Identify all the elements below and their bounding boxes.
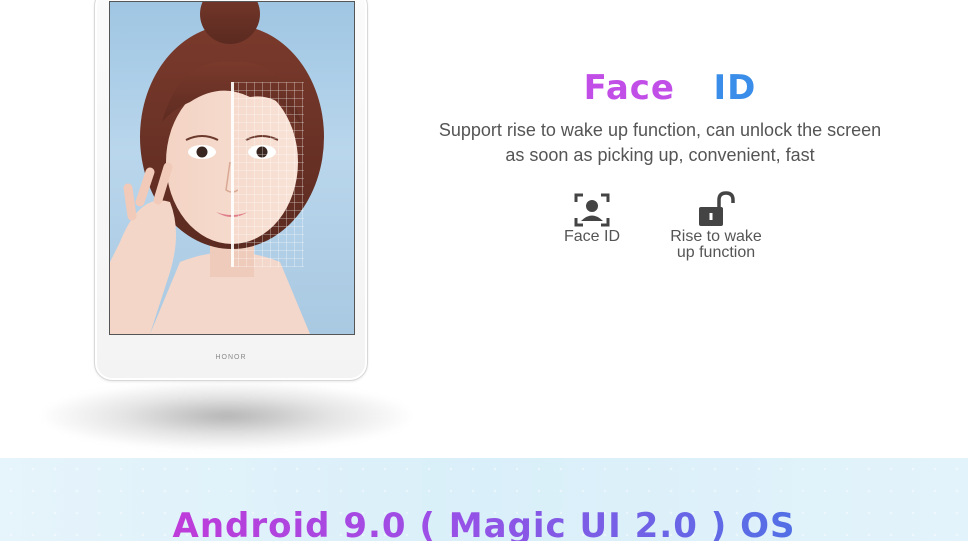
feature-title-part1: Face: [583, 68, 675, 108]
feature-title-part2: ID: [713, 68, 757, 108]
os-banner: Android 9.0 ( Magic UI 2.0 ) OS: [0, 458, 968, 541]
face-id-label: Face ID: [563, 228, 620, 245]
feature-title: Face ID: [420, 68, 920, 108]
os-banner-title: Android 9.0 ( Magic UI 2.0 ) OS: [0, 506, 968, 541]
product-page: HONOR Face ID Support rise to wake up fu…: [0, 0, 968, 541]
unlock-icon: [699, 191, 735, 226]
brand-logo: HONOR: [215, 354, 247, 361]
feature-description: Support rise to wake up function, can un…: [400, 118, 920, 168]
rise-to-wake-label-line2: up function: [676, 244, 756, 261]
face-scan-icon: [574, 193, 610, 227]
feature-item-rise-to-wake: Rise to wake up function: [656, 190, 776, 262]
feature-item-face-id: Face ID: [532, 190, 652, 246]
feature-description-line1: Support rise to wake up function, can un…: [438, 120, 882, 140]
portrait-screen-image: [109, 1, 355, 335]
face-recognition-portrait: [110, 2, 324, 334]
tablet-shadow: [42, 382, 412, 450]
tablet-device-image: HONOR: [94, 0, 368, 381]
feature-description-line2: as soon as picking up, convenient, fast: [505, 145, 815, 165]
